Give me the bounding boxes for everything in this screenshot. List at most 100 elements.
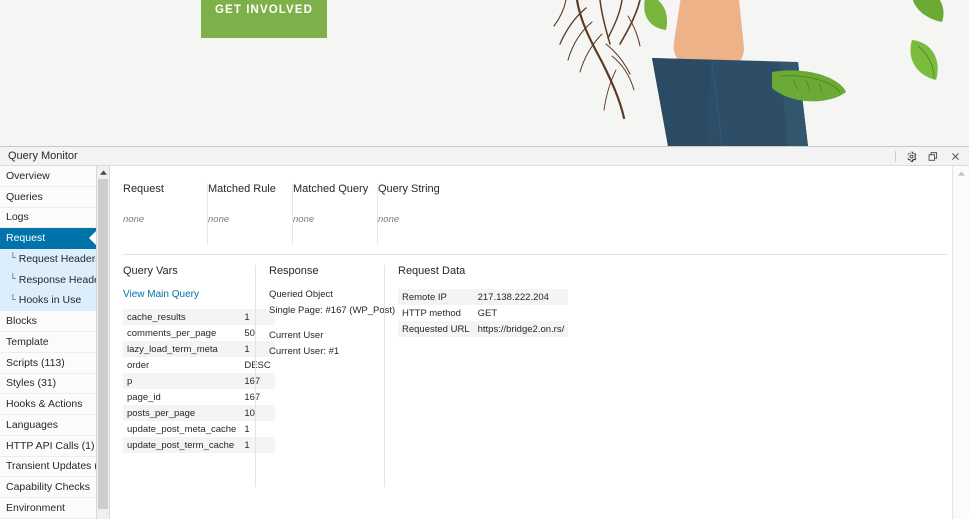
table-row: page_id 167 [123,389,275,405]
sidebar-item-capability-checks[interactable]: Capability Checks [0,477,96,498]
settings-icon[interactable] [901,148,921,165]
sidebar-item-label: Styles (31) [6,377,57,390]
query-var-key: p [123,373,241,389]
queried-object-value: Single Page: #167 (WP_Post) [269,305,396,316]
table-row: comments_per_page 50 [123,325,275,341]
active-item-arrow-icon [89,231,96,246]
summary-divider [123,254,948,255]
sidebar-item-styles-31[interactable]: Styles (31) [0,374,96,395]
panel-title: Query Monitor [8,150,78,162]
request-data-column: Request Data Remote IP 217.138.222.204 HTT… [385,265,569,487]
tree-connector-icon: └ [10,294,16,306]
query-var-key: order [123,357,241,373]
scroll-up-arrow-icon[interactable] [97,166,109,179]
view-main-query-link[interactable]: View Main Query [123,289,245,300]
summary-cell-value: none [293,214,315,225]
sidebar-item-transient-updates-1[interactable]: Transient Updates (1) [0,457,96,478]
tree-connector-icon: └ [10,253,16,265]
sidebar-item-hooks-in-use[interactable]: └ Hooks in Use [0,290,96,312]
detail-columns: Query Vars View Main Query cache_results… [123,265,569,487]
response-column: Response Queried Object Single Page: #16… [256,265,396,487]
summary-cell-query-string: Query String none [378,183,463,245]
summary-cell-matched-query: Matched Query none [293,183,378,245]
request-data-key: Requested URL [398,321,474,337]
sidebar-item-label: Environment [6,501,65,514]
sidebar-item-overview[interactable]: Overview [0,166,96,187]
sidebar-item-request-headers[interactable]: └ Request Headers [0,249,96,270]
response-spacer [269,321,384,330]
sidebar-item-label: Request [6,232,46,245]
website-content-area: GET INVOLVED [0,0,969,146]
query-var-key: cache_results [123,309,241,325]
sidebar-item-label: Template [6,335,49,348]
sidebar-item-label: Blocks [6,315,37,328]
table-row: Requested URL https://bridge2.on.rs/ [398,321,569,337]
table-row: posts_per_page 10 [123,405,275,421]
sidebar-item-label: HTTP API Calls (1) [6,439,95,452]
panel-body: Overview Queries Logs Request └ Request Heade… [0,166,969,519]
sidebar-item-template[interactable]: Template [0,332,96,353]
query-vars-column: Query Vars View Main Query cache_results… [123,265,275,487]
table-row: update_post_term_cache 1 [123,437,275,453]
request-data-value: 217.138.222.204 [473,289,569,305]
request-data-value: https://bridge2.on.rs/ [473,321,569,337]
content-scrollbar[interactable] [952,166,969,519]
sidebar-item-environment[interactable]: Environment [0,498,96,519]
sidebar-item-label: Capability Checks [6,481,91,494]
table-row: cache_results 1 [123,309,275,325]
panel-title-bar: Query Monitor [0,147,969,166]
query-vars-table: cache_results 1 comments_per_page 50 lazy_lo… [123,309,275,453]
summary-cell-matched-rule: Matched Rule none [208,183,293,245]
summary-cell-title: Matched Query [293,183,369,195]
sidebar-scrollbar[interactable] [97,166,110,519]
sidebar-item-label: Response Headers [18,273,96,286]
table-row: lazy_load_term_meta 1 [123,341,275,357]
current-user-label: Current User [269,330,324,341]
sidebar-item-logs[interactable]: Logs [0,208,96,229]
sidebar-item-response-headers[interactable]: └Response Headers [0,269,96,291]
panel-content: Request none Matched Rule none Matched Query… [110,166,952,519]
query-var-key: page_id [123,389,241,405]
sidebar-scrollbar-thumb[interactable] [98,179,108,509]
hero-illustration [540,0,969,146]
sidebar-item-http-api-calls-1[interactable]: HTTP API Calls (1) [0,436,96,457]
table-row: update_post_meta_cache 1 [123,421,275,437]
query-monitor-panel: Query Monitor Overview Queries Logs Requ… [0,146,969,519]
table-row: order DESC [123,357,275,373]
summary-cell-title: Matched Rule [208,183,276,195]
sidebar-item-label: Transient Updates (1) [6,460,96,473]
query-vars-title: Query Vars [123,265,178,277]
sidebar-item-queries[interactable]: Queries [0,187,96,208]
table-row: p 167 [123,373,275,389]
queried-object-label: Queried Object [269,289,333,300]
sidebar-item-label: Logs [6,211,29,224]
sidebar-item-hooks-actions[interactable]: Hooks & Actions [0,394,96,415]
sidebar-item-label: Scripts (113) [6,356,65,369]
summary-cell-title: Request [123,183,164,195]
content-scroll-up-arrow-icon[interactable] [953,166,969,180]
query-var-key: lazy_load_term_meta [123,341,241,357]
sidebar-item-blocks[interactable]: Blocks [0,311,96,332]
tree-connector-icon: └ [10,274,16,286]
request-data-table: Remote IP 217.138.222.204 HTTP method GET Re… [398,289,569,337]
summary-panels: Request none Matched Rule none Matched Query… [123,183,952,245]
request-data-key: HTTP method [398,305,474,321]
sidebar-item-label: Request Headers [18,252,97,265]
sidebar-item-label: Hooks & Actions [6,398,83,411]
close-icon[interactable] [945,148,965,165]
summary-cell-title: Query String [378,183,440,195]
request-data-value: GET [473,305,569,321]
query-var-key: update_post_term_cache [123,437,241,453]
query-var-key: posts_per_page [123,405,241,421]
request-data-key: Remote IP [398,289,474,305]
restore-window-icon[interactable] [923,148,943,165]
get-involved-button[interactable]: GET INVOLVED [201,0,327,38]
summary-cell-value: none [378,214,400,225]
sidebar-item-request[interactable]: Request [0,228,96,249]
sidebar-item-scripts-113[interactable]: Scripts (113) [0,353,96,374]
sidebar-item-label: Queries [6,190,43,203]
summary-cell-value: none [208,214,230,225]
panel-sidebar: Overview Queries Logs Request └ Request Heade… [0,166,97,519]
sidebar-item-languages[interactable]: Languages [0,415,96,436]
sidebar-item-label: Languages [6,418,58,431]
